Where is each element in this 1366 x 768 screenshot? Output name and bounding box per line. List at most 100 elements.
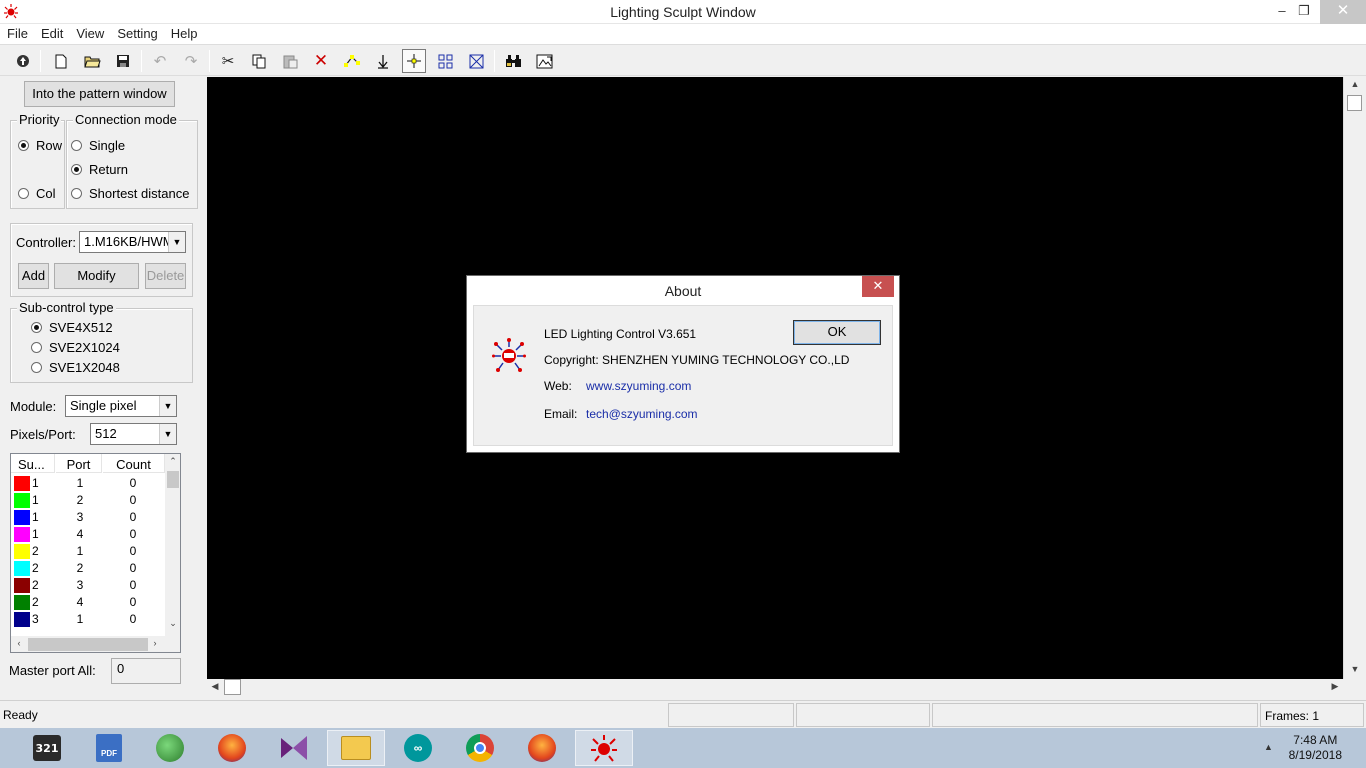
menu-help[interactable]: Help [164, 24, 204, 41]
delete-icon[interactable]: ✕ [309, 49, 333, 73]
new-file-icon[interactable] [49, 49, 73, 73]
restore-button[interactable]: ❐ [1290, 0, 1318, 24]
toolbar: ↶ ↷ ✂ ✕ [0, 44, 1366, 76]
cut-icon[interactable]: ✂ [216, 49, 240, 73]
scroll-thumb[interactable] [28, 638, 148, 651]
tray-expand-icon[interactable]: ▲ [1264, 742, 1273, 752]
file-explorer-icon[interactable] [327, 730, 385, 766]
scroll-up-icon[interactable]: ▲ [1347, 79, 1363, 89]
paste-icon[interactable] [278, 49, 302, 73]
table-row[interactable]: 1 4 0 [11, 526, 165, 543]
table-row[interactable]: 2 4 0 [11, 594, 165, 611]
modify-button[interactable]: Modify [54, 263, 139, 289]
cell-sub: 2 [32, 561, 39, 575]
lighting-sculpt-icon[interactable] [575, 730, 633, 766]
cell-count: 0 [129, 578, 137, 592]
table-row[interactable]: 1 2 0 [11, 492, 165, 509]
download-icon[interactable] [371, 49, 395, 73]
app-logo-icon [492, 338, 526, 372]
column-header-sub[interactable]: Su... [11, 454, 55, 473]
globe-download-icon[interactable] [141, 730, 199, 766]
home-icon[interactable] [11, 49, 35, 73]
delete-button[interactable]: Delete [145, 263, 186, 289]
undo-icon[interactable]: ↶ [148, 49, 172, 73]
master-port-field[interactable]: 0 [111, 658, 181, 684]
cell-count: 0 [129, 595, 137, 609]
table-row[interactable]: 2 1 0 [11, 543, 165, 560]
redo-icon[interactable]: ↷ [179, 49, 203, 73]
chrome-icon[interactable] [451, 730, 509, 766]
cell-sub: 1 [32, 493, 39, 507]
subcontrol-sve2x1024-radio[interactable]: SVE2X1024 [31, 340, 120, 355]
visual-studio-icon[interactable] [265, 730, 323, 766]
cell-count: 0 [129, 612, 137, 626]
module-select[interactable]: Single pixel ▼ [65, 395, 177, 417]
cell-port: 1 [76, 476, 84, 490]
media-player-321-icon[interactable]: 321 [18, 730, 76, 766]
scroll-up-icon[interactable]: ⌃ [165, 456, 180, 467]
column-header-port[interactable]: Port [56, 454, 102, 473]
image-icon[interactable] [532, 49, 556, 73]
connection-return-radio[interactable]: Return [71, 162, 128, 177]
frame-icon[interactable] [464, 49, 488, 73]
port-list[interactable]: Su... Port Count 1 1 0 1 2 0 1 3 0 1 4 0 2 1 0 2 2 0 2 3 0 2 4… [10, 453, 181, 653]
column-header-count[interactable]: Count [103, 454, 165, 473]
ok-button[interactable]: OK [793, 320, 881, 345]
scroll-left-icon[interactable]: ◀ [207, 681, 223, 692]
menu-setting[interactable]: Setting [110, 24, 163, 41]
menu-file[interactable]: File [0, 24, 34, 41]
module-label: Module: [10, 399, 57, 414]
scroll-down-icon[interactable]: ▼ [1347, 664, 1363, 674]
scroll-right-icon[interactable]: ▶ [1327, 681, 1343, 692]
list-vertical-scrollbar[interactable]: ⌃ ⌄ [165, 454, 180, 636]
table-row[interactable]: 2 2 0 [11, 560, 165, 577]
into-pattern-window-button[interactable]: Into the pattern window [24, 81, 175, 107]
binoculars-icon[interactable] [501, 49, 525, 73]
menu-edit[interactable]: Edit [34, 24, 69, 41]
scroll-thumb[interactable] [167, 471, 179, 488]
color-swatch [14, 510, 30, 525]
arduino-icon[interactable]: ∞ [389, 730, 447, 766]
pixels-per-port-select[interactable]: 512 ▼ [90, 423, 177, 445]
clock-time: 7:48 AM [1293, 733, 1338, 747]
table-row[interactable]: 1 1 0 [11, 475, 165, 492]
priority-col-radio[interactable]: Col [18, 186, 56, 201]
scroll-thumb[interactable] [224, 679, 241, 695]
connection-mode-legend: Connection mode [73, 112, 179, 127]
save-icon[interactable] [111, 49, 135, 73]
open-folder-icon[interactable] [80, 49, 104, 73]
scroll-down-icon[interactable]: ⌄ [165, 618, 180, 629]
subcontrol-sve1x2048-radio[interactable]: SVE1X2048 [31, 360, 120, 375]
table-row[interactable]: 2 3 0 [11, 577, 165, 594]
firefox-icon[interactable] [203, 730, 261, 766]
canvas-vertical-scrollbar[interactable]: ▲ ▼ [1343, 77, 1365, 679]
scroll-left-icon[interactable]: ‹ [11, 638, 27, 648]
about-copyright: Copyright: SHENZHEN YUMING TECHNOLOGY CO… [544, 353, 850, 367]
crosshair-icon[interactable] [402, 49, 426, 73]
connection-shortest-radio[interactable]: Shortest distance [71, 186, 189, 201]
about-close-button[interactable]: ✕ [862, 276, 894, 297]
close-button[interactable]: ✕ [1320, 0, 1366, 24]
connection-single-radio[interactable]: Single [71, 138, 125, 153]
cell-sub: 1 [32, 527, 39, 541]
scroll-thumb[interactable] [1347, 95, 1362, 111]
priority-row-radio[interactable]: Row [18, 138, 62, 153]
table-row[interactable]: 1 3 0 [11, 509, 165, 526]
grid-icon[interactable] [433, 49, 457, 73]
firefox-icon[interactable] [513, 730, 571, 766]
scroll-right-icon[interactable]: › [147, 638, 163, 648]
canvas-horizontal-scrollbar[interactable]: ◀ ▶ [207, 679, 1343, 696]
add-button[interactable]: Add [18, 263, 49, 289]
system-clock[interactable]: 7:48 AM 8/19/2018 [1289, 733, 1342, 763]
subcontrol-sve4x512-radio[interactable]: SVE4X512 [31, 320, 113, 335]
about-email-link[interactable]: tech@szyuming.com [586, 407, 698, 421]
list-horizontal-scrollbar[interactable]: ‹ › [11, 636, 180, 652]
controller-select[interactable]: 1.M16KB/HWM ▼ [79, 231, 186, 253]
menu-view[interactable]: View [69, 24, 110, 41]
pdf-icon[interactable]: PDF [80, 730, 138, 766]
copy-icon[interactable] [247, 49, 271, 73]
status-ready: Ready [3, 708, 38, 722]
connect-icon[interactable] [340, 49, 364, 73]
about-web-link[interactable]: www.szyuming.com [586, 379, 691, 393]
table-row[interactable]: 3 1 0 [11, 611, 165, 628]
